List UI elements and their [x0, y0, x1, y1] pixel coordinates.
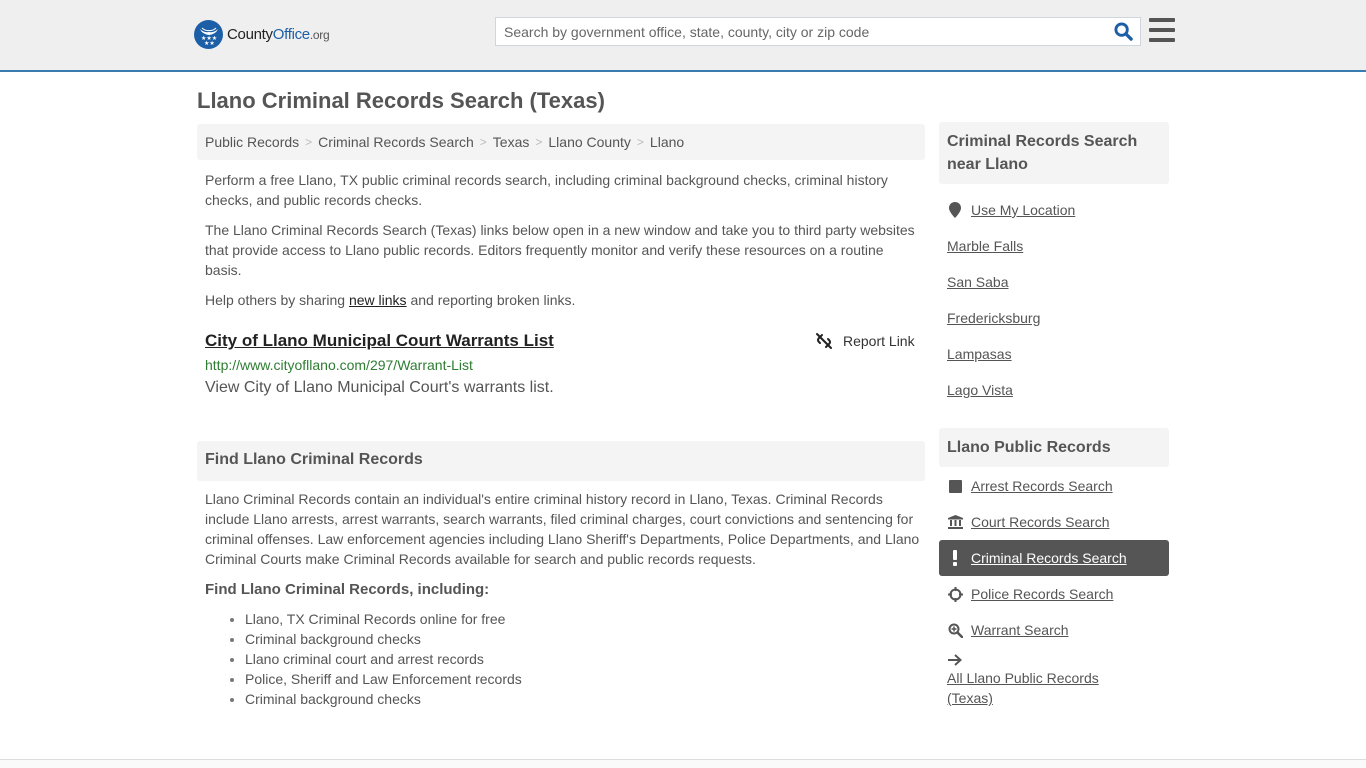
logo-office-text: Office: [272, 26, 310, 43]
intro-paragraph-3: Help others by sharing new links and rep…: [205, 290, 575, 310]
result-description: View City of Llano Municipal Court's war…: [205, 379, 554, 396]
find-records-subheading: Find Llano Criminal Records, including:: [205, 581, 490, 598]
result-url: http://www.cityofllano.com/297/Warrant-L…: [205, 357, 473, 373]
breadcrumb-public-records[interactable]: Public Records: [205, 134, 299, 150]
intro-paragraph-1: Perform a free Llano, TX public criminal…: [205, 172, 888, 208]
breadcrumb: Public Records > Criminal Records Search…: [197, 124, 925, 160]
search-icon: [1113, 22, 1133, 41]
use-my-location-label[interactable]: Use My Location: [971, 202, 1075, 218]
breadcrumb-separator: >: [479, 135, 487, 149]
nearby-city-marble-falls[interactable]: Marble Falls: [947, 238, 1023, 254]
arrow-right-icon: [947, 652, 963, 668]
search-bar: [495, 17, 1141, 46]
sidebar-public-records-heading: Llano Public Records: [939, 428, 1169, 467]
square-icon: [947, 478, 963, 494]
share-text: Help others by sharing: [205, 292, 349, 308]
logo-county-text: County: [227, 26, 273, 43]
nearby-city-link[interactable]: Lampasas: [939, 336, 1169, 372]
logo-wordmark: CountyOffice.org: [227, 26, 330, 43]
search-button[interactable]: [1106, 18, 1140, 45]
new-links-link[interactable]: new links: [349, 292, 407, 308]
list-item: Police, Sheriff and Law Enforcement reco…: [245, 669, 522, 689]
nearby-city-san-saba[interactable]: San Saba: [947, 274, 1009, 290]
eagle-stars-logo-icon: ★★★ ★★: [194, 20, 223, 49]
search-input[interactable]: [496, 18, 1106, 45]
sidebar-item-label[interactable]: Court Records Search: [971, 514, 1110, 530]
find-records-heading: Find Llano Criminal Records: [197, 441, 925, 481]
breadcrumb-separator: >: [535, 135, 543, 149]
breadcrumb-separator: >: [636, 135, 644, 149]
breadcrumb-separator: >: [305, 135, 313, 149]
logo-org-text: .org: [309, 28, 330, 42]
sidebar-item-all-public-records[interactable]: All Llano Public Records (Texas): [939, 648, 1139, 708]
report-link-label: Report Link: [843, 333, 915, 349]
nearby-city-link[interactable]: San Saba: [939, 264, 1169, 300]
nearby-city-link[interactable]: Fredericksburg: [939, 300, 1169, 336]
use-my-location-link[interactable]: Use My Location: [939, 192, 1169, 228]
nearby-city-link[interactable]: Lago Vista: [939, 372, 1169, 408]
nearby-city-fredericksburg[interactable]: Fredericksburg: [947, 310, 1040, 326]
breadcrumb-llano-county[interactable]: Llano County: [548, 134, 631, 150]
breadcrumb-criminal-records-search[interactable]: Criminal Records Search: [318, 134, 474, 150]
sidebar-item-label[interactable]: Criminal Records Search: [971, 550, 1127, 566]
sidebar-item-arrest-records[interactable]: Arrest Records Search: [939, 468, 1169, 504]
sidebar-item-police-records[interactable]: Police Records Search: [939, 576, 1169, 612]
find-records-body: Llano Criminal Records contain an indivi…: [205, 491, 920, 567]
crosshair-icon: [947, 586, 963, 602]
sidebar-item-label[interactable]: All Llano Public Records (Texas): [947, 668, 1139, 708]
sidebar-item-label[interactable]: Arrest Records Search: [971, 478, 1113, 494]
list-item: Llano, TX Criminal Records online for fr…: [245, 609, 522, 629]
sidebar-item-warrant-search[interactable]: Warrant Search: [939, 612, 1169, 648]
broken-link-icon: [816, 333, 832, 349]
list-item: Llano criminal court and arrest records: [245, 649, 522, 669]
top-header: ★★★ ★★ CountyOffice.org: [0, 0, 1366, 72]
sidebar-public-records: Llano Public Records Arrest Records Sear…: [939, 428, 1169, 708]
intro-paragraph-2: The Llano Criminal Records Search (Texas…: [205, 222, 915, 278]
report-link-button[interactable]: Report Link: [815, 332, 915, 350]
list-item: Criminal background checks: [245, 689, 522, 709]
zoom-in-icon: [947, 622, 963, 638]
nearby-city-lampasas[interactable]: Lampasas: [947, 346, 1012, 362]
list-item: Criminal background checks: [245, 629, 522, 649]
map-pin-icon: [947, 202, 963, 218]
sidebar-item-court-records[interactable]: Court Records Search: [939, 504, 1169, 540]
share-text-end: and reporting broken links.: [406, 292, 576, 308]
nearby-city-lago-vista[interactable]: Lago Vista: [947, 382, 1013, 398]
breadcrumb-texas[interactable]: Texas: [493, 134, 530, 150]
site-logo[interactable]: ★★★ ★★ CountyOffice.org: [194, 20, 330, 49]
svg-text:★★: ★★: [204, 40, 215, 46]
page-title: Llano Criminal Records Search (Texas): [197, 88, 605, 113]
sidebar-item-label[interactable]: Police Records Search: [971, 586, 1113, 602]
find-records-list: Llano, TX Criminal Records online for fr…: [245, 609, 522, 709]
result-title-link[interactable]: City of Llano Municipal Court Warrants L…: [205, 331, 554, 351]
sidebar-nearby: Criminal Records Search near Llano Use M…: [939, 122, 1169, 408]
courthouse-icon: [947, 514, 963, 530]
breadcrumb-llano[interactable]: Llano: [650, 134, 684, 150]
nearby-city-link[interactable]: Marble Falls: [939, 228, 1169, 264]
hamburger-menu-icon[interactable]: [1149, 18, 1175, 42]
sidebar-item-label[interactable]: Warrant Search: [971, 622, 1069, 638]
footer: [0, 760, 1366, 768]
sidebar-nearby-heading: Criminal Records Search near Llano: [939, 122, 1169, 184]
exclamation-icon: [947, 550, 963, 566]
sidebar-item-criminal-records[interactable]: Criminal Records Search: [939, 540, 1169, 576]
